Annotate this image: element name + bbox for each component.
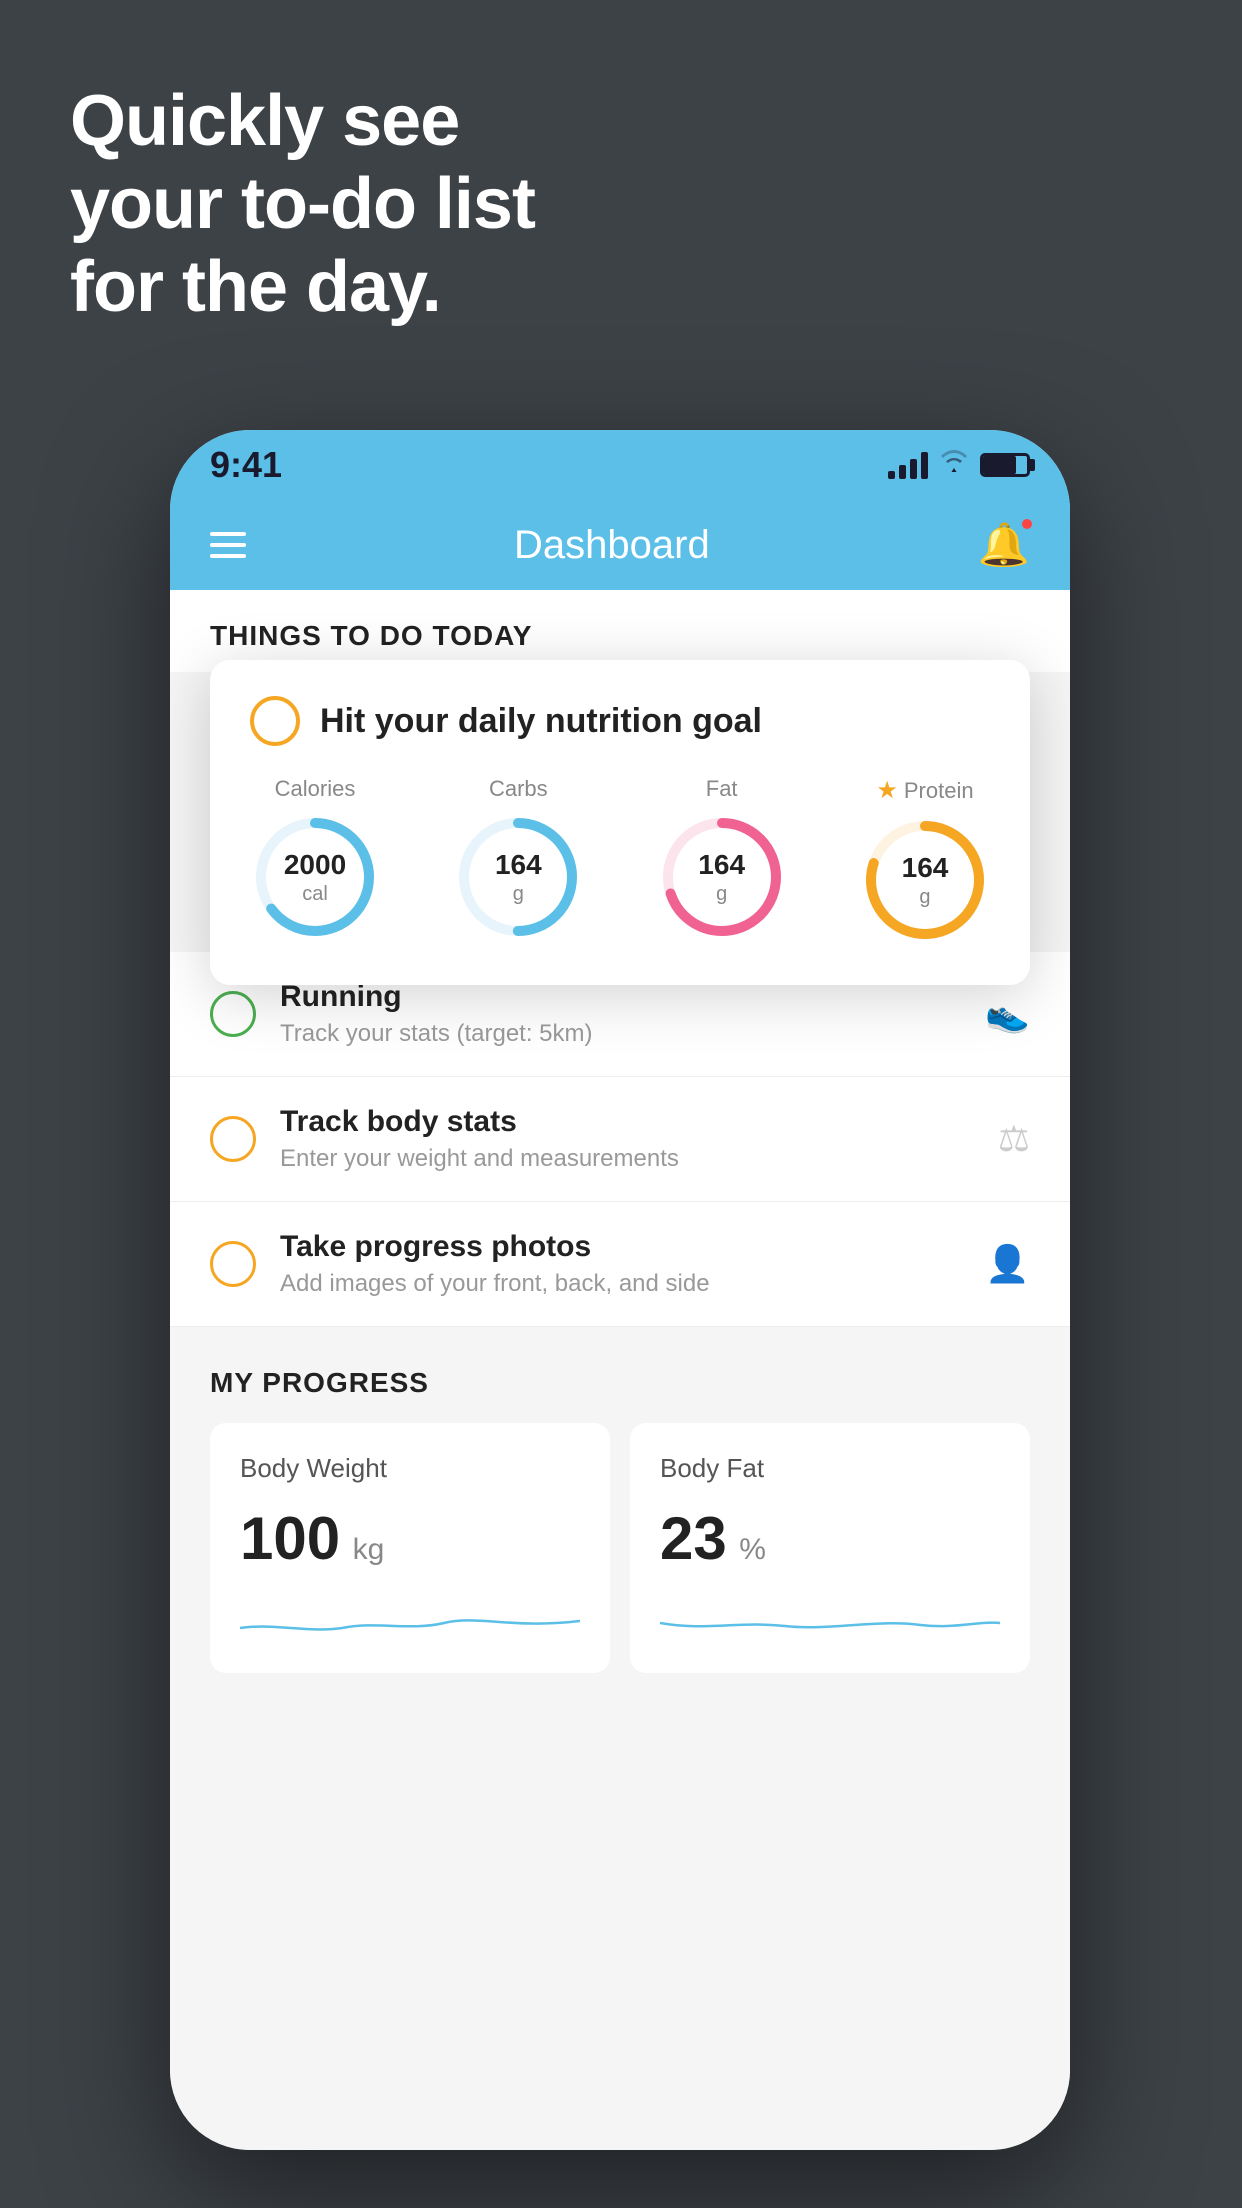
body-weight-chart [240,1593,580,1643]
nav-title: Dashboard [514,523,710,568]
body-fat-unit: % [739,1533,766,1566]
nav-bar: Dashboard 🔔 [170,500,1070,590]
carbs-label: Carbs [489,776,548,802]
status-icons [888,449,1030,481]
calories-ring: 2000 cal [250,812,380,942]
photos-icon: 👤 [985,1243,1030,1285]
body-stats-checkbox[interactable] [210,1116,256,1162]
fat-metric: Fat 164 g [657,776,787,942]
body-stats-subtitle: Enter your weight and measurements [280,1145,998,1173]
running-subtitle: Track your stats (target: 5km) [280,1020,985,1048]
progress-title: MY PROGRESS [210,1367,1030,1399]
photos-title: Take progress photos [280,1230,985,1264]
body-fat-label: Body Fat [660,1453,1000,1484]
body-fat-value: 23 [660,1505,727,1572]
running-text: Running Track your stats (target: 5km) [280,980,985,1048]
carbs-ring: 164 g [453,812,583,942]
calories-label: Calories [275,776,356,802]
body-weight-value: 100 [240,1505,340,1572]
status-time: 9:41 [210,444,282,486]
protein-ring: 164 g [860,815,990,945]
protein-metric: ★Protein 164 g [860,776,990,945]
wifi-icon [938,449,970,481]
body-weight-card[interactable]: Body Weight 100 kg [210,1423,610,1673]
nutrition-checkbox[interactable] [250,696,300,746]
running-icon: 👟 [985,993,1030,1035]
body-fat-chart [660,1593,1000,1643]
todo-item-photos[interactable]: Take progress photos Add images of your … [170,1202,1070,1327]
nutrition-card-header: Hit your daily nutrition goal [250,696,990,746]
phone-mockup: 9:41 Dashboard [170,430,1070,2150]
body-stats-text: Track body stats Enter your weight and m… [280,1105,998,1173]
nutrition-card-title: Hit your daily nutrition goal [320,702,762,741]
photos-text: Take progress photos Add images of your … [280,1230,985,1298]
todo-list: Running Track your stats (target: 5km) 👟… [170,952,1070,1327]
app-content: THINGS TO DO TODAY Hit your daily nutrit… [170,590,1070,2150]
battery-icon [980,453,1030,477]
body-stats-title: Track body stats [280,1105,998,1139]
photos-subtitle: Add images of your front, back, and side [280,1270,985,1298]
running-title: Running [280,980,985,1014]
nutrition-metrics: Calories 2000 cal Carbs [250,776,990,945]
progress-section: MY PROGRESS Body Weight 100 kg [170,1327,1070,1713]
status-bar: 9:41 [170,430,1070,500]
todo-item-body-stats[interactable]: Track body stats Enter your weight and m… [170,1077,1070,1202]
body-weight-label: Body Weight [240,1453,580,1484]
things-to-do-title: THINGS TO DO TODAY [210,620,532,651]
menu-button[interactable] [210,532,246,558]
body-fat-card[interactable]: Body Fat 23 % [630,1423,1030,1673]
fat-ring: 164 g [657,812,787,942]
nutrition-card: Hit your daily nutrition goal Calories 2… [210,660,1030,985]
signal-icon [888,451,928,479]
running-checkbox[interactable] [210,991,256,1037]
fat-label: Fat [706,776,738,802]
carbs-metric: Carbs 164 g [453,776,583,942]
body-weight-unit: kg [353,1533,385,1566]
photos-checkbox[interactable] [210,1241,256,1287]
protein-label: ★Protein [876,776,973,805]
hero-text: Quickly see your to-do list for the day. [70,80,535,328]
body-stats-icon: ⚖ [998,1118,1030,1160]
calories-metric: Calories 2000 cal [250,776,380,942]
notification-button[interactable]: 🔔 [978,521,1030,570]
progress-cards: Body Weight 100 kg Body Fat 23 [210,1423,1030,1673]
